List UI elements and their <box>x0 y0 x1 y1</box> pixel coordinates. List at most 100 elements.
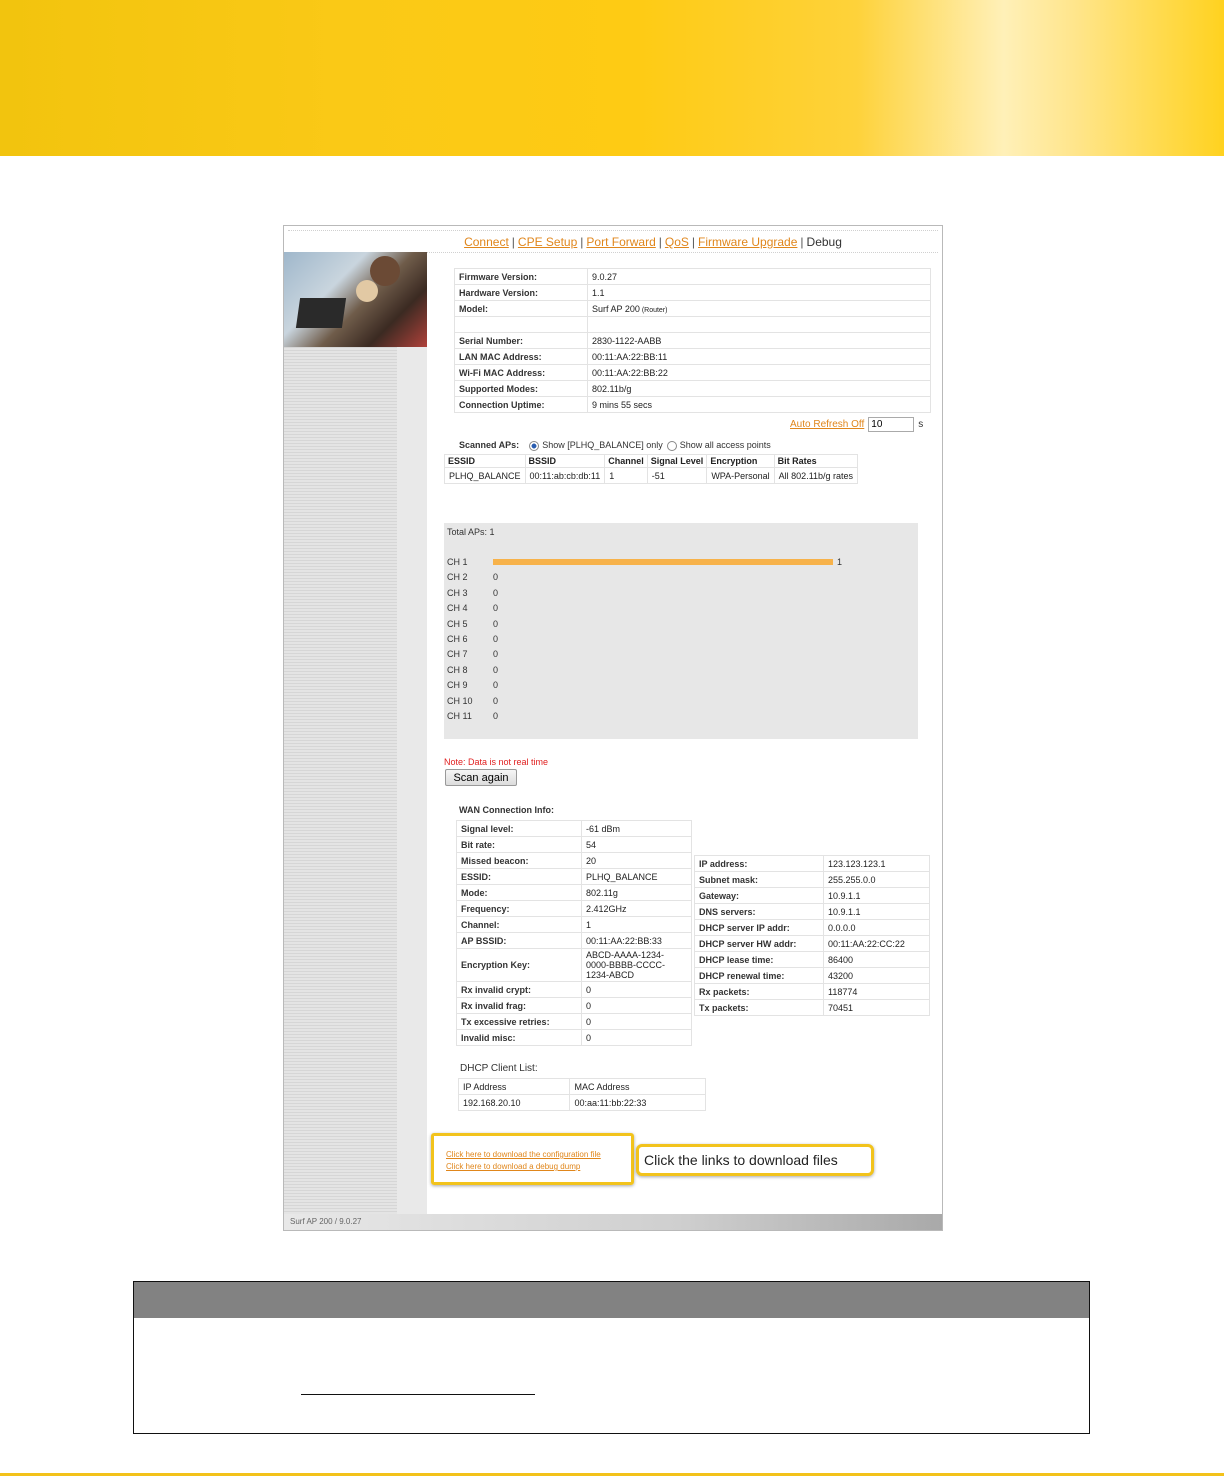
field-value: 255.255.0.0 <box>823 871 930 888</box>
dhcp-heading: DHCP Client List: <box>460 1063 538 1074</box>
ap-cell: WPA-Personal <box>706 467 775 484</box>
chart-category-label: CH 1 <box>447 557 468 567</box>
field-label: Wi-Fi MAC Address: <box>454 364 588 381</box>
info-row: Signal level: -61 dBm <box>456 820 692 837</box>
field-label: Missed beacon: <box>456 852 582 869</box>
scan-again-button[interactable]: Scan again <box>445 769 517 786</box>
realtime-note: Note: Data is not real time <box>444 757 549 767</box>
info-row: LAN MAC Address: 00:11:AA:22:BB:11 <box>454 348 931 365</box>
field-value: 0 <box>581 997 692 1014</box>
field-value: 43200 <box>823 967 930 984</box>
wan-heading: WAN Connection Info: <box>459 805 554 815</box>
info-row: Frequency: 2.412GHz <box>456 900 692 917</box>
field-value: 1.1 <box>587 284 931 301</box>
field-value: 10.9.1.1 <box>823 903 930 920</box>
info-row: Serial Number: 2830-1122-AABB <box>454 332 931 349</box>
field-value: 0.0.0.0 <box>823 919 930 936</box>
field-label: Bit rate: <box>456 836 582 853</box>
chart-category-label: CH 9 <box>447 680 468 691</box>
info-row: Subnet mask: 255.255.0.0 <box>694 871 930 888</box>
chart-value-label: 0 <box>493 603 499 614</box>
field-value: 0 <box>581 1029 692 1046</box>
field-label: Mode: <box>456 884 582 901</box>
chart-row: CH 1 1 <box>447 555 907 569</box>
ap-cell: PLHQ_BALANCE <box>444 467 526 484</box>
ap-col-header: Bit Rates <box>773 454 859 468</box>
scan-filter: Scanned APs: Show [PLHQ_BALANCE] only Show… <box>459 440 771 451</box>
field-label: ESSID: <box>456 868 582 885</box>
info-row: Hardware Version: 1.1 <box>454 284 931 301</box>
refresh-interval-input[interactable] <box>868 417 915 432</box>
field-label: DNS servers: <box>694 903 824 920</box>
nav-qos[interactable]: QoS <box>665 235 689 249</box>
info-row: DNS servers: 10.9.1.1 <box>694 903 930 920</box>
nav-firmware-upgrade[interactable]: Firmware Upgrade <box>698 235 797 249</box>
field-value: 54 <box>581 836 692 853</box>
field-label: Supported Modes: <box>454 380 588 397</box>
dhcp-client-table: IP Address MAC Address 192.168.20.10 00:aa… <box>457 1078 706 1111</box>
info-row <box>454 316 931 333</box>
nav-cpe-setup[interactable]: CPE Setup <box>518 235 577 249</box>
nav-port-forward[interactable]: Port Forward <box>586 235 655 249</box>
dhcp-col-header: IP Address <box>457 1078 571 1095</box>
field-label: Model: <box>454 300 588 317</box>
info-row: Gateway: 10.9.1.1 <box>694 887 930 904</box>
radio-show-all[interactable] <box>666 440 677 451</box>
field-label: Tx packets: <box>694 999 824 1016</box>
chart-category-label: CH 11 <box>447 711 472 721</box>
wan-info-left: Signal level: -61 dBm Bit rate: 54 Missed be… <box>456 820 692 1046</box>
wan-info-right: IP address: 123.123.123.1 Subnet mask: 255.… <box>694 855 930 1016</box>
info-row: Tx excessive retries: 0 <box>456 1013 692 1030</box>
field-value: 00:11:AA:22:BB:33 <box>581 932 692 949</box>
field-label: LAN MAC Address: <box>454 348 588 365</box>
field-value: -61 dBm <box>581 820 692 837</box>
router-ui-screenshot: Connect | CPE Setup | Port Forward | QoS | Firmw… <box>283 225 943 1231</box>
info-row: ESSID: PLHQ_BALANCE <box>456 868 692 885</box>
field-value: 10.9.1.1 <box>823 887 930 904</box>
nav-connect[interactable]: Connect <box>464 235 509 249</box>
field-value: 9.0.27 <box>587 268 931 285</box>
info-row: Model: Surf AP 200 (Router) <box>454 300 931 317</box>
info-row: DHCP server IP addr: 0.0.0.0 <box>694 919 930 936</box>
chart-value-label: 0 <box>493 618 499 629</box>
field-label: Encryption Key: <box>456 948 582 982</box>
field-value: 00:11:AA:22:CC:22 <box>823 935 930 952</box>
chart-row: CH 3 0 <box>447 586 907 600</box>
ap-col-header: Signal Level <box>646 454 708 468</box>
download-debug-link[interactable]: Click here to download a debug dump <box>446 1162 580 1171</box>
field-label: DHCP renewal time: <box>694 967 824 984</box>
info-row: Rx invalid frag: 0 <box>456 997 692 1014</box>
info-row: Firmware Version: 9.0.27 <box>454 268 931 285</box>
chart-value-label: 0 <box>493 634 499 644</box>
ap-col-header: Encryption <box>706 454 775 468</box>
footer-bar: Surf AP 200 / 9.0.27 <box>284 1214 942 1230</box>
info-row: Encryption Key: ABCD-AAAA-1234-0000-BBBB-… <box>456 948 692 982</box>
field-label: Tx excessive retries: <box>456 1013 582 1030</box>
top-divider <box>288 230 938 231</box>
chart-row: CH 10 0 <box>447 694 907 708</box>
field-value: 802.11g <box>581 884 692 901</box>
note-panel-underline <box>301 1394 535 1395</box>
dhcp-cell: 00:aa:11:bb:22:33 <box>569 1094 706 1111</box>
sidebar <box>284 252 427 1216</box>
chart-value-label: 0 <box>493 695 499 706</box>
download-config-link[interactable]: Click here to download the configuration… <box>446 1150 601 1159</box>
chart-category-label: CH 4 <box>447 603 468 614</box>
field-value: 2.412GHz <box>581 900 692 917</box>
chart-value-label: 0 <box>493 587 499 598</box>
chart-row: CH 9 0 <box>447 678 907 692</box>
radio-show-all-label: Show all access points <box>679 440 771 450</box>
auto-refresh-link[interactable]: Auto Refresh Off <box>790 419 864 430</box>
chart-category-label: CH 8 <box>447 664 468 675</box>
chart-row: CH 5 0 <box>447 617 907 631</box>
radio-show-only[interactable] <box>529 440 540 451</box>
field-label: IP address: <box>694 855 824 872</box>
info-row: IP address: 123.123.123.1 <box>694 855 930 872</box>
chart-value-label: 1 <box>837 557 843 567</box>
field-label: Rx invalid frag: <box>456 997 582 1014</box>
field-value: Surf AP 200 (Router) <box>587 300 931 317</box>
sidebar-edge <box>397 347 427 1216</box>
field-label: Subnet mask: <box>694 871 824 888</box>
ap-cell: All 802.11b/g rates <box>773 467 859 484</box>
chart-row: CH 6 0 <box>447 632 907 646</box>
